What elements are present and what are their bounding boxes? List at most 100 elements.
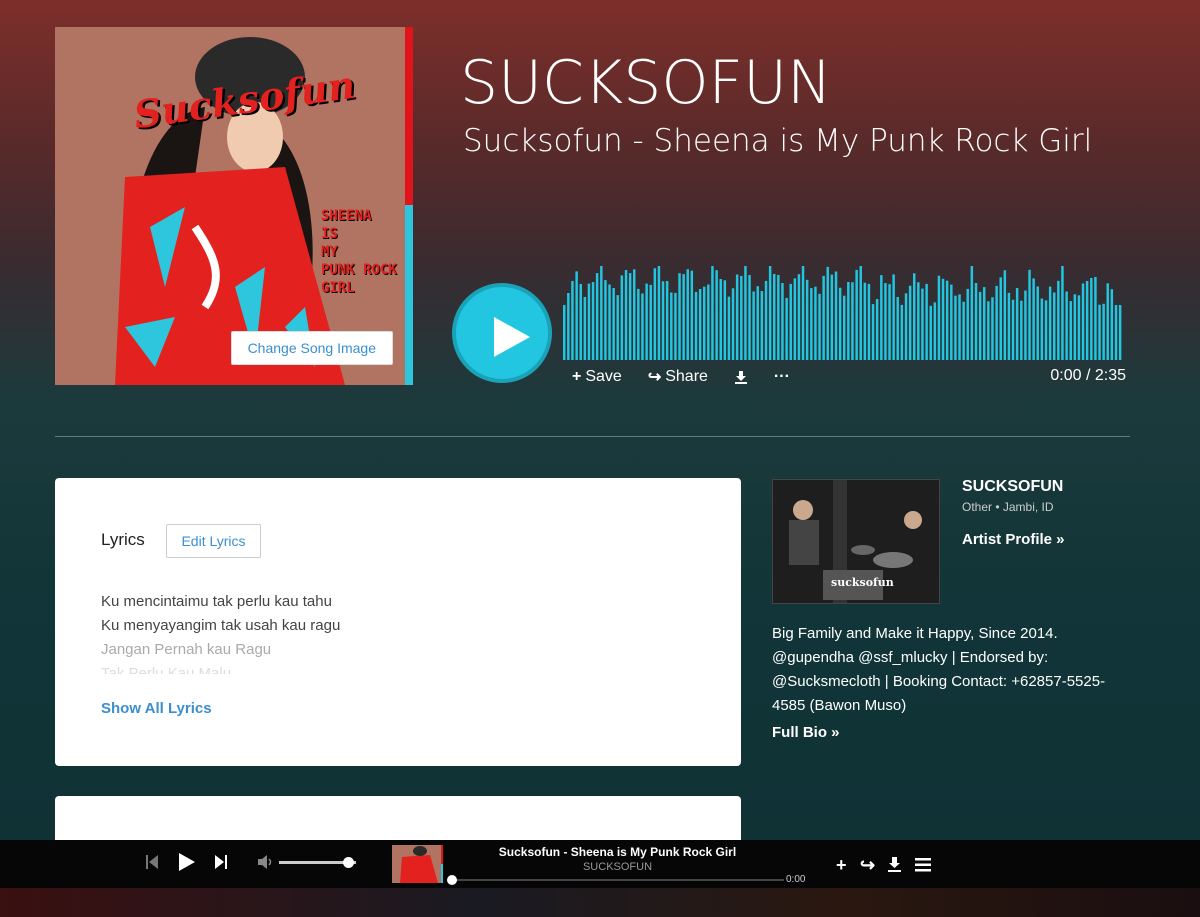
queue-icon[interactable]: [915, 858, 931, 872]
waveform-bar: [1114, 305, 1118, 360]
waveform-bar: [563, 305, 566, 360]
artist-meta: Other • Jambi, ID: [962, 500, 1054, 514]
waveform-bar: [694, 291, 698, 360]
waveform-bar: [991, 297, 994, 360]
waveform-bar: [863, 282, 867, 360]
waveform-bar: [665, 281, 669, 360]
cover-side-line: PUNK ROCK: [321, 262, 397, 278]
previous-icon[interactable]: [146, 855, 158, 869]
waveform-bar: [1118, 305, 1122, 360]
waveform-bar: [1094, 277, 1097, 360]
waveform-bar: [653, 268, 657, 360]
cover-side-line: SHEENA: [321, 208, 372, 224]
plus-icon: +: [572, 368, 582, 385]
waveform-bar: [707, 284, 710, 360]
waveform-bar: [925, 283, 928, 360]
waveform-bar: [970, 266, 974, 360]
change-song-image-button[interactable]: Change Song Image: [230, 331, 393, 365]
waveform-bar: [884, 283, 887, 360]
waveform-bar: [740, 275, 743, 360]
waveform-bar: [1090, 278, 1093, 360]
waveform-bar: [1102, 303, 1105, 360]
share-button[interactable]: ↪ Share: [648, 367, 708, 387]
save-button[interactable]: + Save: [572, 368, 622, 386]
waveform[interactable]: [563, 262, 1123, 360]
mini-play-icon[interactable]: [178, 853, 196, 871]
waveform-bar: [575, 271, 578, 360]
waveform-bar: [950, 284, 953, 360]
edit-lyrics-button[interactable]: Edit Lyrics: [166, 524, 261, 558]
play-button[interactable]: [452, 283, 552, 383]
volume-icon[interactable]: [258, 855, 274, 869]
waveform-bar: [851, 282, 854, 360]
time-readout: 0:00 / 2:35: [1050, 367, 1126, 384]
progress-knob[interactable]: [447, 875, 457, 885]
waveform-bar: [1044, 300, 1048, 360]
artist-name[interactable]: SUCKSOFUN: [962, 478, 1063, 496]
waveform-bar: [583, 297, 587, 360]
lyric-line: Ku menyayangim tak usah kau ragu: [101, 617, 341, 634]
waveform-bar: [600, 266, 603, 360]
waveform-bar: [1028, 269, 1031, 360]
more-button[interactable]: ···: [774, 368, 790, 386]
waveform-bar: [731, 288, 735, 360]
waveform-bar: [768, 266, 772, 360]
waveform-bar: [715, 270, 718, 360]
waveform-bar: [735, 274, 739, 360]
waveform-bar: [966, 288, 969, 360]
artist-profile-link[interactable]: Artist Profile »: [962, 531, 1065, 548]
progress-bar[interactable]: [452, 879, 784, 881]
waveform-bar: [1032, 278, 1035, 360]
waveform-bar: [1106, 283, 1109, 360]
waveform-bar: [933, 302, 937, 360]
add-icon[interactable]: +: [836, 855, 847, 876]
waveform-bar: [875, 299, 879, 360]
waveform-bar: [1057, 280, 1060, 360]
download-icon[interactable]: [887, 857, 902, 872]
waveform-bar: [871, 304, 875, 360]
waveform-bar: [748, 275, 751, 360]
waveform-bar: [698, 289, 702, 360]
lyrics-heading: Lyrics: [101, 530, 145, 549]
waveform-bar: [1020, 300, 1023, 360]
cover-side-line: IS: [321, 226, 338, 242]
waveform-bar: [579, 284, 582, 360]
waveform-bar: [859, 266, 862, 360]
waveform-bar: [628, 273, 632, 360]
waveform-bar: [764, 280, 768, 360]
waveform-bar: [793, 278, 797, 360]
next-icon[interactable]: [215, 855, 227, 869]
waveform-bar: [826, 266, 829, 360]
share-icon[interactable]: ↪: [860, 855, 875, 876]
waveform-bar: [995, 285, 998, 360]
waveform-bar: [1077, 295, 1081, 360]
waveform-bar: [1069, 301, 1072, 360]
bottom-background: [0, 888, 1200, 917]
waveform-bar: [838, 287, 842, 360]
waveform-bar: [805, 279, 809, 360]
cover-side-text: SHEENA IS MY PUNK ROCK GIRL: [321, 207, 397, 297]
waveform-bar: [1110, 289, 1114, 360]
lyric-line: Ku mencintaimu tak perlu kau tahu: [101, 593, 332, 610]
artist-photo[interactable]: sucksofun: [772, 479, 940, 604]
waveform-bar: [1007, 292, 1011, 360]
page-title: SUCKSOFUN: [460, 48, 832, 118]
waveform-bar: [1098, 304, 1101, 360]
waveform-bar: [674, 292, 677, 360]
waveform-bar: [719, 279, 722, 360]
waveform-bar: [818, 293, 821, 360]
full-bio-link[interactable]: Full Bio »: [772, 724, 840, 741]
show-all-lyrics-link[interactable]: Show All Lyrics: [101, 700, 212, 717]
download-button[interactable]: [734, 370, 748, 384]
waveform-bar: [797, 274, 801, 360]
waveform-bar: [789, 283, 792, 360]
waveform-bar: [587, 283, 591, 360]
waveform-bar: [703, 286, 706, 360]
waveform-bar: [855, 269, 858, 360]
waveform-bar: [571, 281, 574, 360]
waveform-bar: [637, 288, 640, 360]
mini-player-thumbnail[interactable]: [392, 845, 443, 883]
waveform-bar: [727, 296, 731, 360]
waveform-bar: [760, 291, 764, 360]
mini-player-artist: SUCKSOFUN: [582, 861, 653, 873]
